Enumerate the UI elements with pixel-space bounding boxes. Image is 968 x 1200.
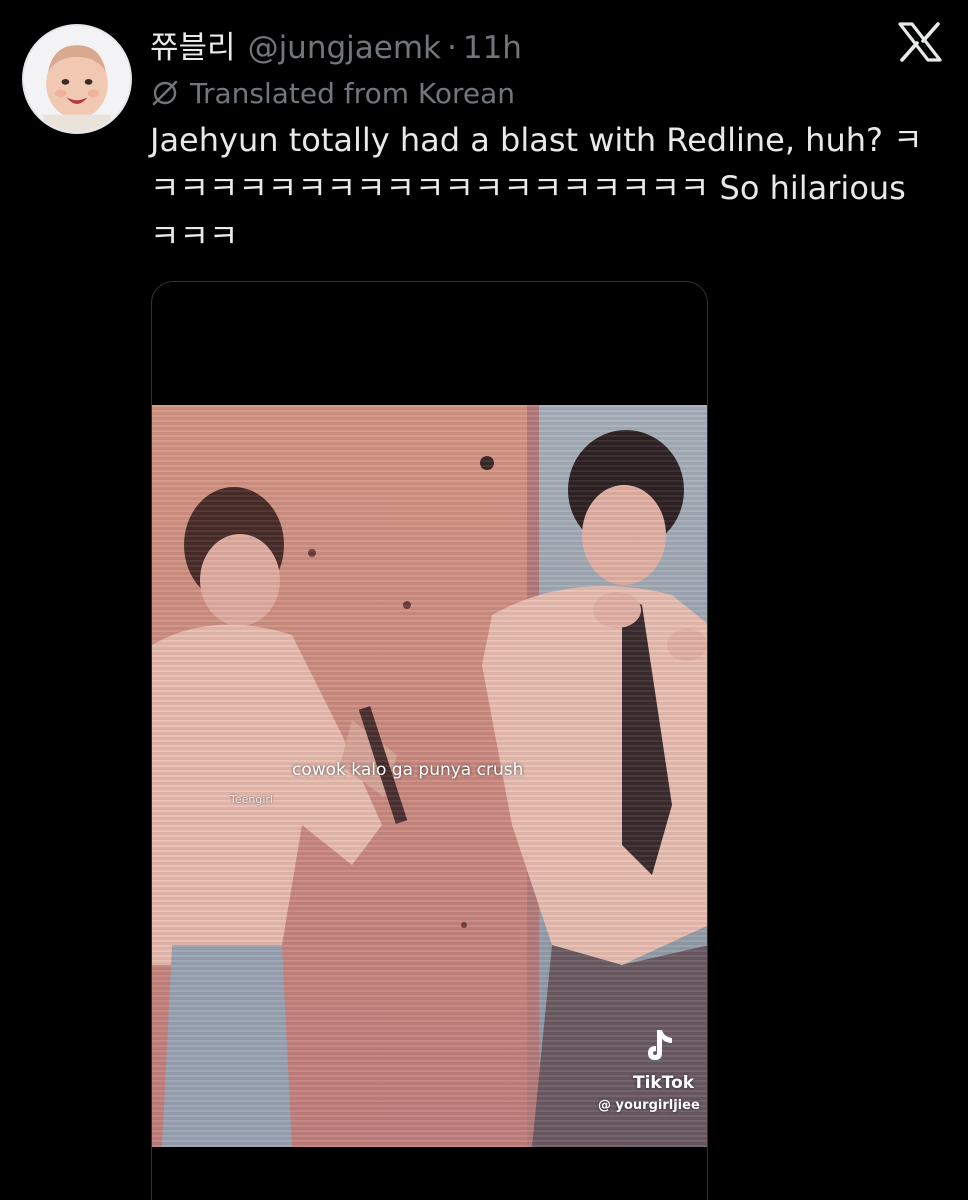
tweet-video[interactable]: cowok kalo ga punya crush Teengirl TikTo… <box>151 281 708 1200</box>
author-line: 쮸블리 @jungjaemk · 11h <box>150 22 522 67</box>
tiktok-icon <box>642 1027 678 1065</box>
baby-avatar-icon <box>24 26 130 132</box>
video-small-watermark: Teengirl <box>230 793 273 806</box>
tiktok-username: @ yourgirljiee <box>598 1098 700 1113</box>
separator-dot: · <box>446 30 457 66</box>
video-frame[interactable]: cowok kalo ga punya crush Teengirl TikTo… <box>152 405 707 1147</box>
translate-icon <box>150 78 180 108</box>
author-avatar[interactable] <box>22 24 132 134</box>
author-display-name[interactable]: 쮸블리 <box>150 22 236 67</box>
x-logo-icon[interactable] <box>898 22 942 62</box>
tweet-card: 쮸블리 @jungjaemk · 11h Translated from Kor… <box>0 0 968 1200</box>
tweet-text: Jaehyun totally had a blast with Redline… <box>150 121 923 255</box>
author-handle[interactable]: @jungjaemk <box>248 30 441 66</box>
tweet-timestamp[interactable]: 11h <box>463 30 522 66</box>
tiktok-label: TikTok <box>633 1073 695 1093</box>
translation-notice[interactable]: Translated from Korean <box>150 74 515 112</box>
video-caption: cowok kalo ga punya crush <box>292 760 524 780</box>
translation-label: Translated from Korean <box>190 76 515 110</box>
